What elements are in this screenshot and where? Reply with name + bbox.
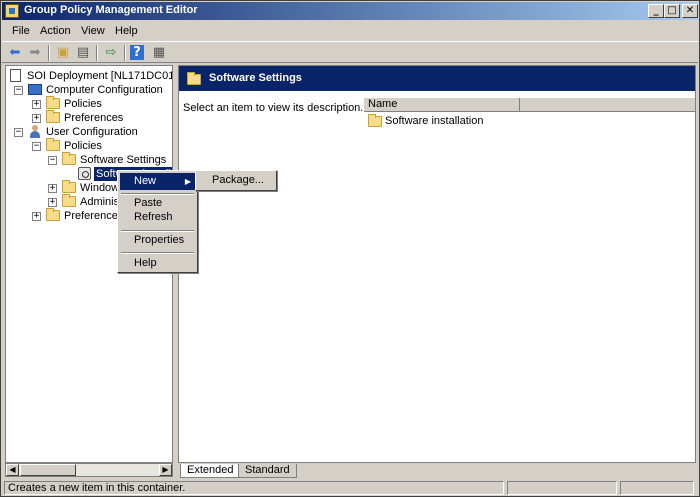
folder-icon [46, 138, 60, 151]
details-title: Software Settings [209, 72, 302, 84]
computer-icon [28, 84, 42, 95]
maximize-button[interactable]: □ [664, 4, 680, 18]
window-title: Group Policy Management Editor [24, 4, 198, 16]
folder-icon [368, 114, 382, 127]
folder-icon [62, 152, 76, 165]
main-window: Group Policy Management Editor _ □ ✕ Fil… [0, 0, 700, 497]
tree-label: Policies [64, 140, 102, 152]
tree-label: Preferences [64, 112, 124, 124]
collapse-icon[interactable]: − [14, 86, 23, 95]
minimize-button[interactable]: _ [648, 4, 664, 18]
scroll-left-icon[interactable]: ◀ [6, 464, 19, 476]
context-menu-new[interactable]: New ▶ [120, 173, 195, 190]
menu-bar: File Action View Help [2, 21, 698, 41]
folder-icon [46, 96, 60, 109]
folder-icon [46, 208, 60, 221]
collapse-icon[interactable]: − [14, 128, 23, 137]
gpo-document-icon [10, 69, 21, 82]
app-icon [5, 4, 19, 18]
menu-separator [121, 252, 194, 254]
list-item-label: Software installation [385, 115, 484, 127]
scroll-right-icon[interactable]: ▶ [159, 464, 172, 476]
title-bar[interactable]: Group Policy Management Editor _ □ ✕ [2, 2, 698, 20]
tree-label: Software Settings [80, 154, 167, 166]
tree-label: SOI Deployment [NL171DC01.TEST [27, 70, 172, 82]
status-panel [507, 481, 617, 495]
status-panel [620, 481, 694, 495]
tree-label: Policies [64, 98, 102, 110]
toolbar-separator [48, 45, 50, 61]
status-text: Creates a new item in this container. [4, 481, 504, 495]
collapse-icon[interactable]: − [48, 156, 57, 165]
view-tabs: Extended Standard [178, 464, 696, 479]
details-header: Software Settings [179, 66, 695, 91]
expand-icon[interactable]: + [48, 184, 57, 193]
column-name-header[interactable]: Name [364, 98, 520, 112]
description-text: Select an item to view its description. [183, 102, 364, 114]
show-hide-tree-icon[interactable]: ▤ [74, 45, 92, 61]
close-button[interactable]: ✕ [682, 4, 698, 18]
expand-icon[interactable]: + [48, 198, 57, 207]
help-icon[interactable]: ? [130, 45, 144, 60]
context-menu-refresh[interactable]: Refresh [120, 209, 195, 226]
menu-view[interactable]: View [81, 25, 105, 37]
folder-icon [46, 110, 60, 123]
submenu-package[interactable]: Package... [198, 172, 274, 189]
expand-icon[interactable]: + [32, 114, 41, 123]
properties-icon[interactable]: ▦ [150, 45, 168, 61]
folder-icon [62, 180, 76, 193]
context-menu-properties[interactable]: Properties [120, 232, 195, 249]
expand-icon[interactable]: + [32, 100, 41, 109]
menu-action[interactable]: Action [40, 25, 71, 37]
list-column-header: Name [364, 98, 695, 112]
software-package-icon [78, 167, 91, 180]
tree-label: User Configuration [46, 126, 138, 138]
tree-label: Preferences [64, 210, 124, 222]
details-pane[interactable]: Software Settings Select an item to view… [178, 65, 696, 463]
export-list-icon[interactable]: ⇨ [102, 45, 120, 61]
tree-label: Computer Configuration [46, 84, 163, 96]
submenu-arrow-icon: ▶ [184, 177, 191, 186]
tab-extended[interactable]: Extended [180, 464, 241, 478]
menu-file[interactable]: File [12, 25, 30, 37]
context-menu: New ▶ Paste Refresh Properties Help [117, 170, 198, 273]
new-submenu: Package... [195, 170, 277, 191]
collapse-icon[interactable]: − [32, 142, 41, 151]
context-menu-label: New [134, 175, 157, 187]
context-menu-help[interactable]: Help [120, 255, 195, 272]
tab-standard[interactable]: Standard [238, 464, 297, 478]
back-arrow-icon[interactable]: ⬅ [6, 45, 24, 61]
toolbar-separator [96, 45, 98, 61]
status-bar: Creates a new item in this container. [2, 480, 698, 496]
folder-icon [187, 72, 201, 85]
user-icon [28, 125, 42, 138]
folder-icon [62, 194, 76, 207]
toolbar-separator [124, 45, 126, 61]
menu-help[interactable]: Help [115, 25, 138, 37]
forward-arrow-icon[interactable]: ➡ [26, 45, 44, 61]
expand-icon[interactable]: + [32, 212, 41, 221]
toolbar: ⬅ ➡ ▣ ▤ ⇨ ? ▦ [2, 41, 698, 63]
up-folder-icon[interactable]: ▣ [54, 45, 72, 61]
tree-horizontal-scrollbar[interactable]: ◀ ▶ [5, 463, 173, 477]
scroll-thumb[interactable] [20, 464, 76, 476]
